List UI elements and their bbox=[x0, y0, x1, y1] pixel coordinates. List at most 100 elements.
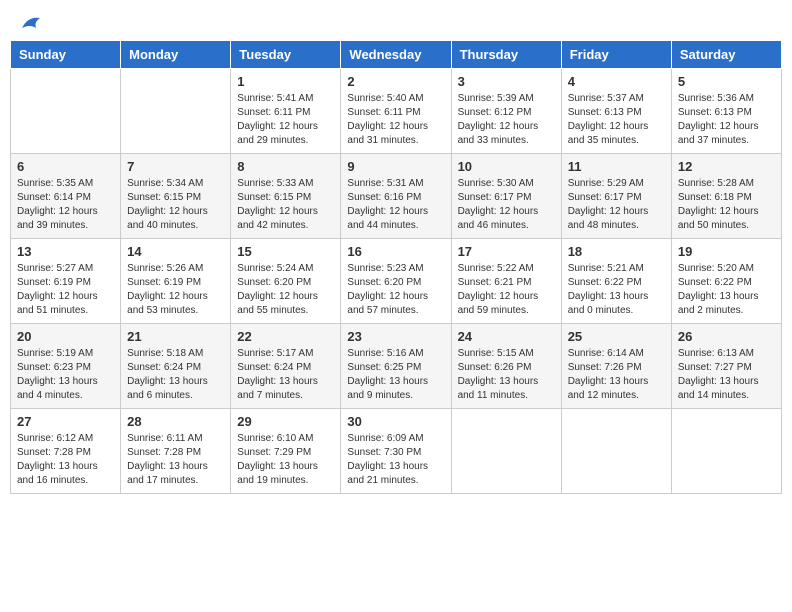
day-number: 10 bbox=[458, 159, 555, 174]
day-info: Sunrise: 5:16 AMSunset: 6:25 PMDaylight:… bbox=[347, 347, 444, 403]
day-info: Sunrise: 6:14 AMSunset: 7:26 PMDaylight:… bbox=[568, 347, 665, 403]
day-number: 13 bbox=[17, 244, 114, 259]
day-info: Sunrise: 5:37 AMSunset: 6:13 PMDaylight:… bbox=[568, 92, 665, 148]
day-info: Sunrise: 5:24 AMSunset: 6:20 PMDaylight:… bbox=[237, 262, 334, 318]
day-number: 12 bbox=[678, 159, 775, 174]
header bbox=[10, 10, 782, 32]
calendar-cell: 21Sunrise: 5:18 AMSunset: 6:24 PMDayligh… bbox=[121, 324, 231, 409]
day-number: 27 bbox=[17, 414, 114, 429]
day-info: Sunrise: 5:17 AMSunset: 6:24 PMDaylight:… bbox=[237, 347, 334, 403]
calendar-cell: 17 Sunrise: 5:22 AMSunset: 6:21 PMDayligh… bbox=[451, 239, 561, 324]
calendar-cell: 20 Sunrise: 5:19 AMSunset: 6:23 PMDayligh… bbox=[11, 324, 121, 409]
day-info: Sunrise: 5:31 AMSunset: 6:16 PMDaylight:… bbox=[347, 177, 444, 233]
day-number: 25 bbox=[568, 329, 665, 344]
day-info: Sunrise: 5:15 AMSunset: 6:26 PMDaylight:… bbox=[458, 347, 555, 403]
day-number: 8 bbox=[237, 159, 334, 174]
calendar-cell: 15 Sunrise: 5:24 AMSunset: 6:20 PMDayligh… bbox=[231, 239, 341, 324]
day-header-tuesday: Tuesday bbox=[231, 41, 341, 69]
calendar-cell: 7Sunrise: 5:34 AMSunset: 6:15 PMDaylight… bbox=[121, 154, 231, 239]
day-info: Sunrise: 5:33 AMSunset: 6:15 PMDaylight:… bbox=[237, 177, 334, 233]
day-number: 30 bbox=[347, 414, 444, 429]
calendar-header-row: SundayMondayTuesdayWednesdayThursdayFrid… bbox=[11, 41, 782, 69]
calendar-cell: 27 Sunrise: 6:12 AMSunset: 7:28 PMDayligh… bbox=[11, 409, 121, 494]
day-header-monday: Monday bbox=[121, 41, 231, 69]
calendar-cell: 9Sunrise: 5:31 AMSunset: 6:16 PMDaylight… bbox=[341, 154, 451, 239]
calendar-cell: 6Sunrise: 5:35 AMSunset: 6:14 PMDaylight… bbox=[11, 154, 121, 239]
day-info: Sunrise: 6:09 AMSunset: 7:30 PMDaylight:… bbox=[347, 432, 444, 488]
calendar-week-row: 1 Sunrise: 5:41 AMSunset: 6:11 PMDaylight… bbox=[11, 69, 782, 154]
day-info: Sunrise: 6:12 AMSunset: 7:28 PMDaylight:… bbox=[17, 432, 114, 488]
calendar-cell: 26Sunrise: 6:13 AMSunset: 7:27 PMDayligh… bbox=[671, 324, 781, 409]
day-info: Sunrise: 5:20 AMSunset: 6:22 PMDaylight:… bbox=[678, 262, 775, 318]
day-number: 1 bbox=[237, 74, 334, 89]
day-info: Sunrise: 6:10 AMSunset: 7:29 PMDaylight:… bbox=[237, 432, 334, 488]
day-header-sunday: Sunday bbox=[11, 41, 121, 69]
day-number: 26 bbox=[678, 329, 775, 344]
calendar-cell: 11Sunrise: 5:29 AMSunset: 6:17 PMDayligh… bbox=[561, 154, 671, 239]
calendar-cell: 19 Sunrise: 5:20 AMSunset: 6:22 PMDayligh… bbox=[671, 239, 781, 324]
day-header-thursday: Thursday bbox=[451, 41, 561, 69]
calendar-cell: 8 Sunrise: 5:33 AMSunset: 6:15 PMDaylight… bbox=[231, 154, 341, 239]
day-info: Sunrise: 5:34 AMSunset: 6:15 PMDaylight:… bbox=[127, 177, 224, 233]
calendar-cell: 4 Sunrise: 5:37 AMSunset: 6:13 PMDaylight… bbox=[561, 69, 671, 154]
day-header-saturday: Saturday bbox=[671, 41, 781, 69]
day-number: 6 bbox=[17, 159, 114, 174]
calendar: SundayMondayTuesdayWednesdayThursdayFrid… bbox=[10, 40, 782, 494]
day-header-wednesday: Wednesday bbox=[341, 41, 451, 69]
day-number: 16 bbox=[347, 244, 444, 259]
calendar-cell: 30 Sunrise: 6:09 AMSunset: 7:30 PMDayligh… bbox=[341, 409, 451, 494]
day-number: 24 bbox=[458, 329, 555, 344]
calendar-cell bbox=[671, 409, 781, 494]
day-number: 4 bbox=[568, 74, 665, 89]
calendar-cell: 14 Sunrise: 5:26 AMSunset: 6:19 PMDayligh… bbox=[121, 239, 231, 324]
calendar-cell: 23 Sunrise: 5:16 AMSunset: 6:25 PMDayligh… bbox=[341, 324, 451, 409]
day-number: 14 bbox=[127, 244, 224, 259]
calendar-cell: 18Sunrise: 5:21 AMSunset: 6:22 PMDayligh… bbox=[561, 239, 671, 324]
calendar-cell: 16 Sunrise: 5:23 AMSunset: 6:20 PMDayligh… bbox=[341, 239, 451, 324]
day-info: Sunrise: 5:36 AMSunset: 6:13 PMDaylight:… bbox=[678, 92, 775, 148]
day-info: Sunrise: 5:22 AMSunset: 6:21 PMDaylight:… bbox=[458, 262, 555, 318]
calendar-cell: 25 Sunrise: 6:14 AMSunset: 7:26 PMDayligh… bbox=[561, 324, 671, 409]
calendar-cell: 12 Sunrise: 5:28 AMSunset: 6:18 PMDayligh… bbox=[671, 154, 781, 239]
calendar-cell: 29 Sunrise: 6:10 AMSunset: 7:29 PMDayligh… bbox=[231, 409, 341, 494]
day-number: 18 bbox=[568, 244, 665, 259]
day-info: Sunrise: 5:27 AMSunset: 6:19 PMDaylight:… bbox=[17, 262, 114, 318]
calendar-cell bbox=[561, 409, 671, 494]
day-number: 28 bbox=[127, 414, 224, 429]
calendar-cell: 28 Sunrise: 6:11 AMSunset: 7:28 PMDayligh… bbox=[121, 409, 231, 494]
calendar-cell: 5Sunrise: 5:36 AMSunset: 6:13 PMDaylight… bbox=[671, 69, 781, 154]
day-info: Sunrise: 6:11 AMSunset: 7:28 PMDaylight:… bbox=[127, 432, 224, 488]
day-info: Sunrise: 5:18 AMSunset: 6:24 PMDaylight:… bbox=[127, 347, 224, 403]
day-number: 23 bbox=[347, 329, 444, 344]
day-number: 19 bbox=[678, 244, 775, 259]
calendar-cell: 13 Sunrise: 5:27 AMSunset: 6:19 PMDayligh… bbox=[11, 239, 121, 324]
day-info: Sunrise: 5:28 AMSunset: 6:18 PMDaylight:… bbox=[678, 177, 775, 233]
day-number: 17 bbox=[458, 244, 555, 259]
calendar-cell: 3Sunrise: 5:39 AMSunset: 6:12 PMDaylight… bbox=[451, 69, 561, 154]
calendar-cell bbox=[451, 409, 561, 494]
calendar-cell: 22 Sunrise: 5:17 AMSunset: 6:24 PMDayligh… bbox=[231, 324, 341, 409]
day-info: Sunrise: 5:19 AMSunset: 6:23 PMDaylight:… bbox=[17, 347, 114, 403]
calendar-cell: 24 Sunrise: 5:15 AMSunset: 6:26 PMDayligh… bbox=[451, 324, 561, 409]
day-header-friday: Friday bbox=[561, 41, 671, 69]
day-info: Sunrise: 5:26 AMSunset: 6:19 PMDaylight:… bbox=[127, 262, 224, 318]
calendar-week-row: 27 Sunrise: 6:12 AMSunset: 7:28 PMDayligh… bbox=[11, 409, 782, 494]
calendar-week-row: 20 Sunrise: 5:19 AMSunset: 6:23 PMDayligh… bbox=[11, 324, 782, 409]
day-info: Sunrise: 5:41 AMSunset: 6:11 PMDaylight:… bbox=[237, 92, 334, 148]
day-info: Sunrise: 5:23 AMSunset: 6:20 PMDaylight:… bbox=[347, 262, 444, 318]
calendar-cell bbox=[11, 69, 121, 154]
calendar-week-row: 6Sunrise: 5:35 AMSunset: 6:14 PMDaylight… bbox=[11, 154, 782, 239]
day-number: 22 bbox=[237, 329, 334, 344]
calendar-cell: 10 Sunrise: 5:30 AMSunset: 6:17 PMDayligh… bbox=[451, 154, 561, 239]
day-number: 2 bbox=[347, 74, 444, 89]
calendar-cell: 1 Sunrise: 5:41 AMSunset: 6:11 PMDaylight… bbox=[231, 69, 341, 154]
day-number: 29 bbox=[237, 414, 334, 429]
day-info: Sunrise: 5:40 AMSunset: 6:11 PMDaylight:… bbox=[347, 92, 444, 148]
day-info: Sunrise: 5:30 AMSunset: 6:17 PMDaylight:… bbox=[458, 177, 555, 233]
day-number: 15 bbox=[237, 244, 334, 259]
logo bbox=[18, 14, 42, 28]
day-number: 3 bbox=[458, 74, 555, 89]
logo-bird-icon bbox=[20, 14, 42, 32]
day-number: 20 bbox=[17, 329, 114, 344]
calendar-cell: 2 Sunrise: 5:40 AMSunset: 6:11 PMDaylight… bbox=[341, 69, 451, 154]
